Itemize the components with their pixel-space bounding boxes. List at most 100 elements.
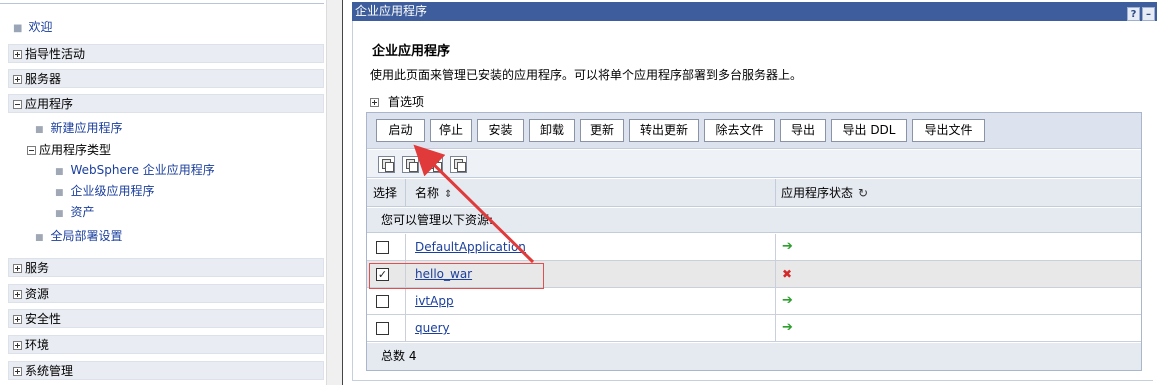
row-checkbox[interactable] (376, 241, 389, 254)
app-link[interactable]: ivtApp (415, 288, 454, 315)
collapse-icon[interactable] (27, 146, 36, 155)
panel-titlebar: 企业应用程序 ? – (352, 2, 1157, 21)
column-divider (405, 234, 406, 261)
column-divider (775, 179, 776, 207)
stop-button[interactable]: 停止 (430, 119, 472, 142)
uninstall-button[interactable]: 卸载 (529, 119, 575, 142)
nav-item-link[interactable]: 全局部署设置 (51, 229, 123, 243)
nav-category-applications[interactable]: 应用程序 (8, 94, 324, 113)
nav-category-label: 指导性活动 (25, 47, 86, 61)
nav-top-divider (0, 0, 324, 4)
table-row: ivtApp ➔ (367, 288, 1141, 315)
col-status-label: 应用程序状态 (781, 186, 854, 200)
expand-icon[interactable] (13, 290, 22, 299)
preferences-label: 首选项 (388, 95, 425, 109)
nav-category-environment[interactable]: 环境 (8, 335, 324, 354)
nav-category-label: 安全性 (25, 312, 62, 326)
nav-item-link[interactable]: 资产 (71, 205, 95, 219)
column-divider (405, 179, 406, 207)
app-link[interactable]: DefaultApplication (415, 234, 526, 261)
col-select: 选择 (373, 186, 398, 200)
nav-category-label: 服务器 (25, 72, 62, 86)
expand-icon[interactable] (370, 98, 379, 107)
nav-item-enterprise-apps[interactable]: ■ 企业级应用程序 (55, 183, 155, 199)
nav-category-security[interactable]: 安全性 (8, 309, 324, 328)
export-file-button[interactable]: 导出文件 (912, 119, 985, 142)
page-description: 使用此页面来管理已安装的应用程序。可以将单个应用程序部署到多台服务器上。 (370, 68, 803, 82)
nav-category-services[interactable]: 服务 (8, 258, 324, 277)
table-icon-bar (367, 150, 1141, 178)
page-title: 企业应用程序 (372, 44, 451, 59)
col-status: 应用程序状态 ↻ (781, 179, 868, 207)
expand-icon[interactable] (13, 315, 22, 324)
table-row: query ➔ (367, 315, 1141, 342)
column-divider (775, 234, 776, 261)
app-link[interactable]: query (415, 315, 450, 342)
expand-icon[interactable] (13, 264, 22, 273)
nav-welcome[interactable]: ■ 欢迎 (13, 19, 52, 35)
table-total: 总数 4 (367, 343, 1141, 370)
select-all-icon[interactable] (378, 156, 395, 173)
bullet-icon: ■ (35, 233, 44, 243)
bullet-icon: ■ (55, 209, 64, 219)
column-divider (775, 288, 776, 315)
table-toolbar: 启动 停止 安装 卸载 更新 转出更新 除去文件 导出 导出 DDL 导出文件 (367, 113, 1141, 149)
bullet-icon: ■ (35, 125, 44, 135)
nav-scrollbar[interactable] (326, 0, 342, 385)
remove-file-button[interactable]: 除去文件 (704, 119, 775, 142)
help-icon[interactable]: ? (1127, 7, 1140, 21)
export-ddl-button[interactable]: 导出 DDL (831, 119, 907, 142)
manage-resources-text: 您可以管理以下资源: (367, 208, 1141, 233)
rollout-update-button[interactable]: 转出更新 (629, 119, 699, 142)
install-button[interactable]: 安装 (477, 119, 524, 142)
nav-category-label: 资源 (25, 287, 50, 301)
nav-category-resources[interactable]: 资源 (8, 284, 324, 303)
applications-table: 启动 停止 安装 卸载 更新 转出更新 除去文件 导出 导出 DDL 导出文件 … (366, 112, 1142, 371)
nav-item-websphere-apps[interactable]: ■ WebSphere 企业应用程序 (55, 162, 215, 178)
highlight-box (369, 263, 544, 289)
expand-icon[interactable] (13, 50, 22, 59)
minimize-icon[interactable]: – (1142, 7, 1155, 21)
nav-category-label: 应用程序 (25, 97, 74, 111)
expand-icon[interactable] (13, 367, 22, 376)
clear-filter-icon[interactable] (450, 156, 467, 173)
nav-category-label: 环境 (25, 338, 50, 352)
nav-item-global-deploy[interactable]: ■ 全局部署设置 (35, 228, 123, 244)
nav-item-link[interactable]: WebSphere 企业应用程序 (71, 163, 215, 177)
nav-category-system-admin[interactable]: 系统管理 (8, 361, 324, 380)
preferences-toggle[interactable]: 首选项 (370, 93, 424, 110)
collapse-icon[interactable] (13, 100, 22, 109)
nav-item-assets[interactable]: ■ 资产 (55, 204, 95, 220)
refresh-icon[interactable]: ↻ (858, 179, 868, 207)
table-row: DefaultApplication ➔ (367, 234, 1141, 261)
nav-item-link[interactable]: 企业级应用程序 (71, 184, 155, 198)
page-margin (1153, 21, 1160, 385)
deselect-all-icon[interactable] (402, 156, 419, 173)
right-arrow-icon: ➔ (782, 293, 793, 308)
expand-icon[interactable] (13, 341, 22, 350)
navigation-tree: ■ 欢迎 指导性活动 服务器 应用程序 ■ 新建应用程序 应用程序类型 ■ WebSp… (0, 0, 326, 385)
nav-item-app-types[interactable]: 应用程序类型 (27, 142, 111, 158)
nav-category-servers[interactable]: 服务器 (8, 69, 324, 88)
row-checkbox[interactable] (376, 322, 389, 335)
nav-category-label: 服务 (25, 261, 50, 275)
column-divider (775, 315, 776, 342)
col-name[interactable]: 名称 ⇕ (415, 179, 452, 207)
nav-item-new-app[interactable]: ■ 新建应用程序 (35, 120, 123, 136)
row-checkbox[interactable] (376, 295, 389, 308)
panel-title: 企业应用程序 (355, 4, 428, 18)
right-arrow-icon: ➔ (782, 320, 793, 335)
update-button[interactable]: 更新 (580, 119, 624, 142)
export-button[interactable]: 导出 (780, 119, 826, 142)
red-x-icon: ✖ (782, 267, 793, 281)
start-button[interactable]: 启动 (376, 119, 425, 142)
show-filter-icon[interactable] (426, 156, 443, 173)
nav-welcome-link[interactable]: 欢迎 (28, 20, 52, 34)
col-name-label: 名称 (415, 186, 440, 200)
sort-icon[interactable]: ⇕ (444, 181, 452, 209)
nav-category-guided[interactable]: 指导性活动 (8, 44, 324, 63)
bullet-icon: ■ (55, 167, 64, 177)
expand-icon[interactable] (13, 75, 22, 84)
column-divider (405, 315, 406, 342)
nav-item-link[interactable]: 新建应用程序 (51, 121, 123, 135)
